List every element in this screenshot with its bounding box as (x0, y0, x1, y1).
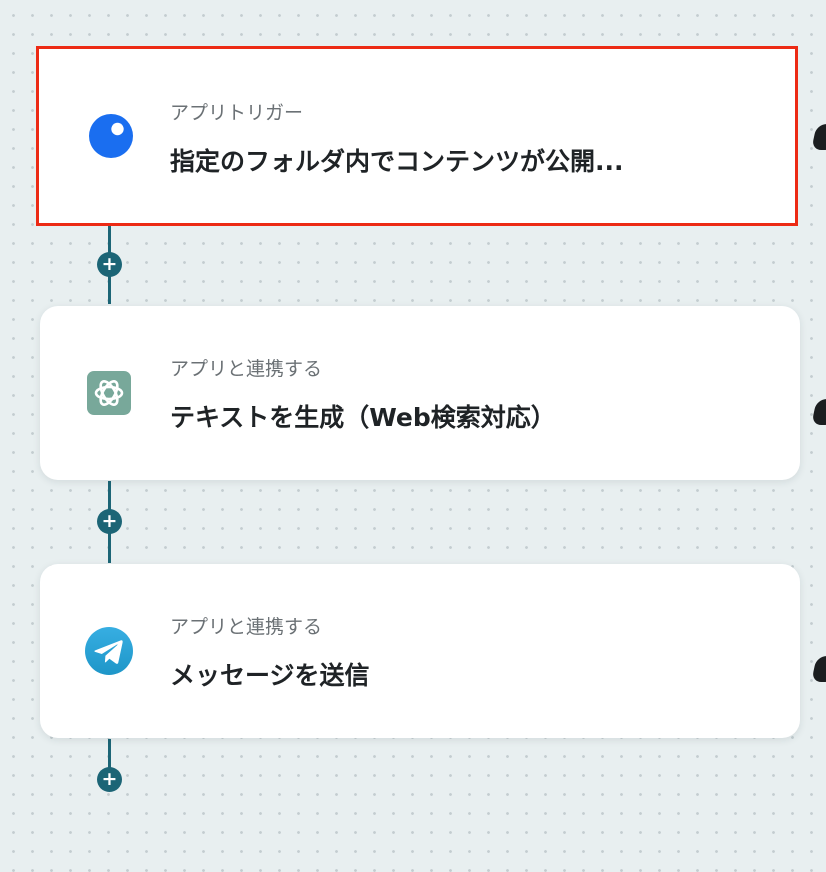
step-title: メッセージを送信 (170, 661, 370, 690)
workflow-canvas: + + + アプリトリガー 指定のフォルダ内でコンテンツが公開... アプリと連… (0, 0, 826, 872)
step-menu-icon[interactable] (811, 399, 826, 425)
add-step-button[interactable]: + (97, 252, 122, 277)
step-title: 指定のフォルダ内でコンテンツが公開... (170, 147, 624, 176)
step-menu-icon[interactable] (811, 656, 826, 682)
add-step-button[interactable]: + (97, 509, 122, 534)
blue-dot-app-icon (86, 111, 136, 161)
step-type-label: アプリと連携する (170, 616, 323, 638)
step-card-send-message[interactable]: アプリと連携する メッセージを送信 (40, 564, 800, 738)
step-card-trigger[interactable]: アプリトリガー 指定のフォルダ内でコンテンツが公開... (36, 46, 798, 226)
add-step-button[interactable]: + (97, 767, 122, 792)
step-type-label: アプリと連携する (170, 358, 323, 380)
step-type-label: アプリトリガー (170, 102, 304, 124)
step-card-generate-text[interactable]: アプリと連携する テキストを生成（Web検索対応） (40, 306, 800, 480)
step-menu-icon[interactable] (811, 124, 826, 150)
telegram-icon (84, 626, 134, 676)
step-title: テキストを生成（Web検索対応） (170, 403, 556, 432)
chatgpt-icon (84, 368, 134, 418)
